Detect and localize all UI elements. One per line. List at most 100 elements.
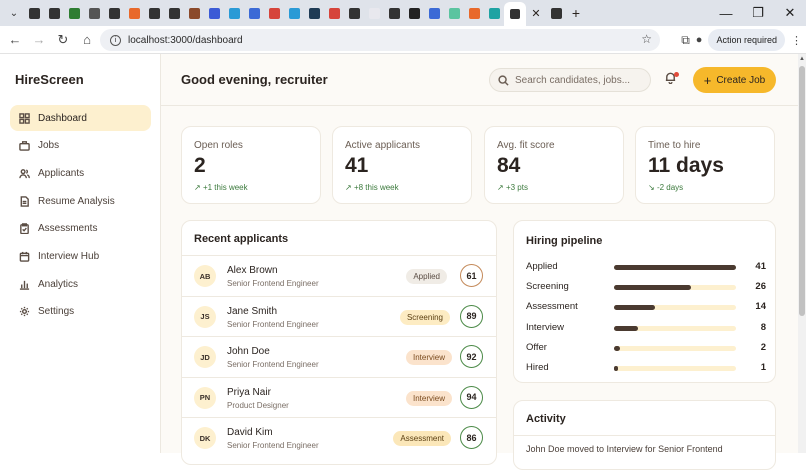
scroll-up-icon[interactable]: ▲ [799,56,805,62]
applicant-row[interactable]: JD John Doe Senior Frontend Engineer Interv… [182,336,496,377]
applicant-row[interactable]: AB Alex Brown Senior Frontend Engineer Appl… [182,255,496,296]
sidebar: HireScreen Dashboard Jobs Applicants Resume… [0,54,161,453]
sidebar-item-applicants[interactable]: Applicants [10,160,151,186]
menu-dots-icon[interactable]: ⋮ [791,34,802,47]
tab-list: ⌄ ✕ + [0,0,586,26]
tab-favicon-icon[interactable] [324,0,344,26]
close-window-icon[interactable]: ✕ [774,5,806,21]
sidebar-item-label: Assessments [38,223,98,235]
applicant-name[interactable]: Alex Brown [227,265,278,276]
tab-favicon-icon[interactable] [546,0,566,26]
status-badge: Interview [405,390,452,406]
url-field[interactable]: i localhost:3000/dashboard ☆ [100,29,660,51]
tab-favicon-icon[interactable] [364,0,384,26]
sidebar-item-settings[interactable]: Settings [10,299,151,325]
activity-divider [514,435,775,436]
applicant-row[interactable]: JS Jane Smith Senior Frontend Engineer Scre… [182,295,496,337]
sidebar-item-jobs[interactable]: Jobs [10,133,151,159]
tab-favicon-icon[interactable] [124,0,144,26]
favicon-icon [268,7,280,19]
action-required-button[interactable]: Action required [708,29,785,51]
stage-progress-fill [614,285,691,291]
forward-icon[interactable]: → [27,26,51,54]
favicon-icon [468,7,480,19]
tab-favicon-icon[interactable] [144,0,164,26]
applicant-name[interactable]: Priya Nair [227,387,271,398]
back-icon[interactable]: ← [3,26,27,54]
applicant-name[interactable]: David Kim [227,427,273,438]
tab-favicon-icon[interactable] [424,0,444,26]
tab-favicon-icon[interactable] [24,0,44,26]
bookmark-star-icon[interactable]: ☆ [641,32,652,46]
stat-card: Active applicants 41 ↗ +8 this week [332,126,472,204]
tab-favicon-icon[interactable] [484,0,504,26]
applicant-role: Product Designer [227,400,289,410]
tab-favicon-icon[interactable] [104,0,124,26]
tab-favicon-icon[interactable] [184,0,204,26]
sidebar-item-dashboard[interactable]: Dashboard [10,105,151,131]
notifications-bell-icon[interactable] [664,71,680,87]
tab-favicon-icon[interactable] [444,0,464,26]
applicant-name[interactable]: Jane Smith [227,306,277,317]
favicon-icon [428,7,440,19]
favicon-icon [168,7,180,19]
tab-favicon-icon[interactable] [224,0,244,26]
active-tab[interactable] [504,2,526,26]
tab-favicon-icon[interactable] [284,0,304,26]
stage-progress-track [614,345,736,351]
brand-logo[interactable]: HireScreen [15,72,84,87]
stage-progress-track [614,305,736,311]
home-icon[interactable]: ⌂ [75,26,99,54]
search-input[interactable] [515,74,635,86]
recent-applicants-panel: Recent applicants AB Alex Brown Senior Fro… [181,220,497,465]
tab-favicon-icon[interactable] [404,0,424,26]
applicant-name[interactable]: John Doe [227,346,270,357]
favicon-icon [448,7,460,19]
tab-favicon-icon[interactable] [204,0,224,26]
applicant-row[interactable]: DK David Kim Senior Frontend Engineer Asses… [182,417,496,458]
sidebar-item-assessments[interactable]: Assessments [10,216,151,242]
grid-icon [18,112,30,124]
tab-favicon-icon[interactable] [244,0,264,26]
profile-icon[interactable]: ● [696,34,703,46]
maximize-icon[interactable]: ❐ [742,5,774,21]
tab-favicon-icon[interactable] [464,0,484,26]
stat-label: Avg. fit score [497,140,555,151]
tab-search-icon[interactable]: ⌄ [4,0,24,26]
sidebar-item-resume-analysis[interactable]: Resume Analysis [10,188,151,214]
avatar: JD [194,346,216,368]
tab-favicon-icon[interactable] [304,0,324,26]
stat-label: Active applicants [345,140,421,151]
stat-label: Open roles [194,140,243,151]
close-tab-icon[interactable]: ✕ [526,0,546,26]
toolbar-right: ⧉ ● Action required ⋮ [681,29,802,51]
tab-favicon-icon[interactable] [384,0,404,26]
new-tab-icon[interactable]: + [566,0,586,26]
notification-dot [674,72,679,77]
search-box[interactable] [489,68,651,92]
minimize-icon[interactable]: — [710,6,742,21]
sidebar-item-label: Interview Hub [38,250,100,262]
tab-favicon-icon[interactable] [344,0,364,26]
stat-delta: ↘ -2 days [648,183,774,192]
sidebar-item-analytics[interactable]: Analytics [10,271,151,297]
favicon-icon [308,7,320,19]
extensions-icon[interactable]: ⧉ [681,33,690,48]
favicon-icon [48,7,60,19]
favicon-icon [128,7,140,19]
page-scrollbar[interactable]: ▲ [798,54,806,453]
tab-favicon-icon[interactable] [264,0,284,26]
site-info-icon[interactable]: i [110,34,121,46]
reload-icon[interactable]: ↻ [51,26,75,54]
scrollbar-thumb[interactable] [799,66,805,316]
tab-favicon-icon[interactable] [64,0,84,26]
applicant-row[interactable]: PN Priya Nair Product Designer Interview 94 [182,376,496,418]
create-job-button[interactable]: + Create Job [693,67,776,93]
sidebar-item-interview-hub[interactable]: Interview Hub [10,243,151,269]
tab-favicon-icon[interactable] [44,0,64,26]
applicant-role: Senior Frontend Engineer [227,441,319,450]
tab-favicon-icon[interactable] [84,0,104,26]
tab-favicon-icon[interactable] [164,0,184,26]
sidebar-item-label: Jobs [38,140,60,152]
fit-score-badge: 61 [460,264,483,287]
